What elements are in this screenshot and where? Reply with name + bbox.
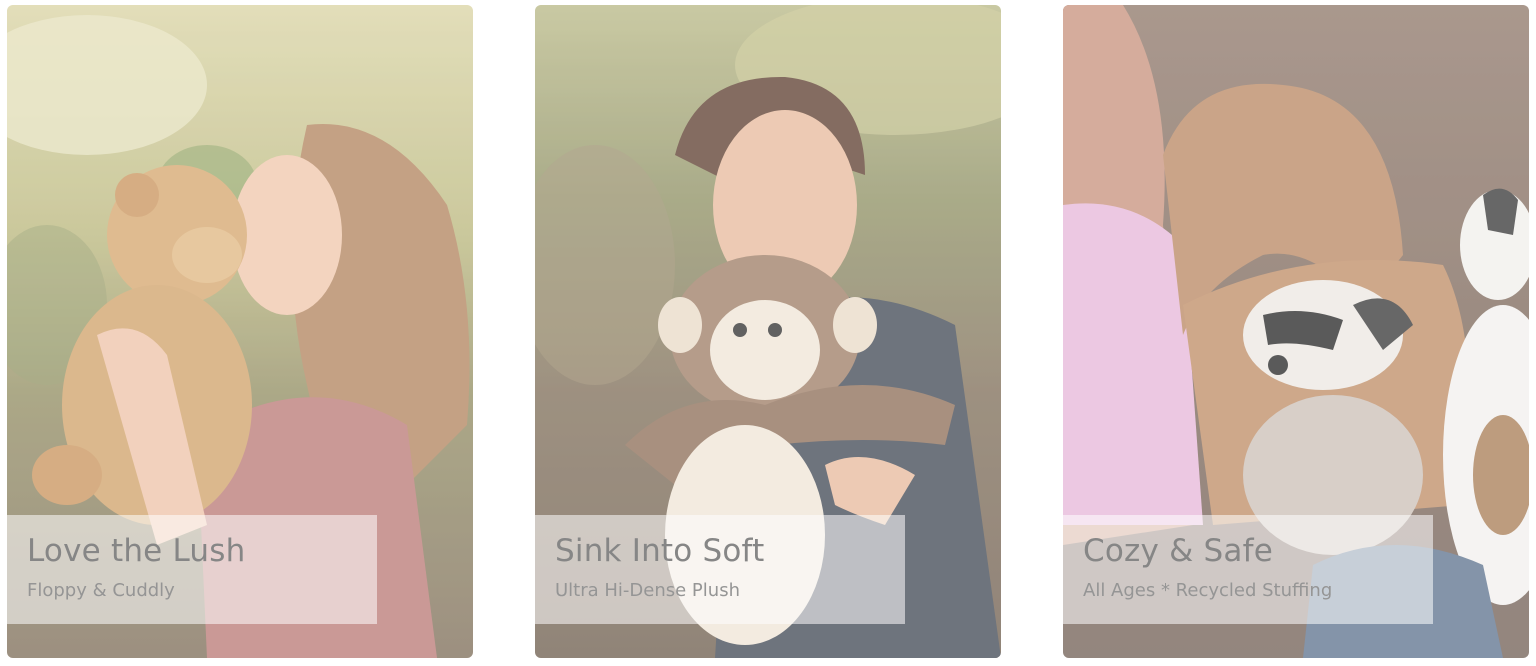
collection-card-grid: Love the Lush Floppy & Cuddly Sink Into …	[0, 0, 1536, 666]
card-subtitle: All Ages * Recycled Stuffing	[1083, 580, 1333, 601]
card-title: Sink Into Soft	[555, 533, 765, 569]
card-subtitle: Ultra Hi-Dense Plush	[555, 580, 740, 601]
card-title: Cozy & Safe	[1083, 533, 1273, 569]
card-cozy-and-safe[interactable]: Cozy & Safe All Ages * Recycled Stuffing	[1063, 5, 1529, 658]
card-sink-into-soft[interactable]: Sink Into Soft Ultra Hi-Dense Plush	[535, 5, 1001, 658]
card-title: Love the Lush	[27, 533, 246, 569]
card-love-the-lush[interactable]: Love the Lush Floppy & Cuddly	[7, 5, 473, 658]
card-caption: Sink Into Soft Ultra Hi-Dense Plush	[535, 515, 905, 624]
card-caption: Love the Lush Floppy & Cuddly	[7, 515, 377, 624]
card-caption: Cozy & Safe All Ages * Recycled Stuffing	[1063, 515, 1433, 624]
card-subtitle: Floppy & Cuddly	[27, 580, 175, 601]
